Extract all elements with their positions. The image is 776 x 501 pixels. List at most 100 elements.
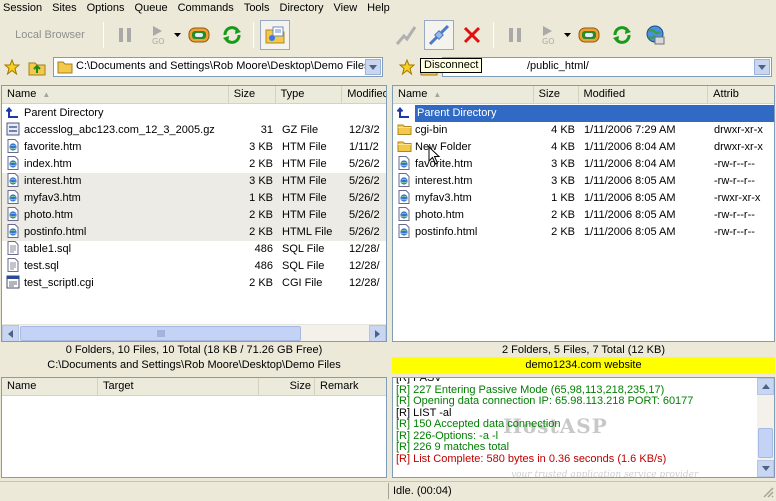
local-path-status: C:\Documents and Settings\Rob Moore\Desk… [47, 359, 341, 371]
file-row[interactable]: myfav3.htm 1 KB HTM File 5/26/2 [2, 190, 386, 207]
parent-directory-row[interactable]: Parent Directory [2, 105, 386, 122]
menu-options[interactable]: Options [82, 0, 130, 16]
menu-directory[interactable]: Directory [275, 0, 329, 16]
file-name: Parent Directory [415, 105, 774, 122]
file-row[interactable]: interest.htm 3 KB HTM File 5/26/2 [2, 173, 386, 190]
file-name: interest.htm [415, 175, 473, 187]
refresh-icon[interactable] [607, 20, 637, 50]
folder-row[interactable]: New Folder 4 KB 1/11/2006 8:04 AM drwxr-xr-… [393, 139, 774, 156]
scroll-down-icon[interactable] [757, 460, 774, 477]
column-header-name[interactable]: Name ▲ [2, 86, 229, 104]
column-header-name[interactable]: Name ▲ [393, 86, 534, 104]
column-header-type[interactable]: Type [276, 86, 343, 104]
column-header-remark[interactable]: Remark [315, 378, 386, 396]
menu-view[interactable]: View [329, 0, 363, 16]
local-file-list[interactable]: Name ▲ Size Type Modified Parent Director… [1, 85, 387, 342]
file-size: 2 KB [249, 226, 273, 238]
file-name: postinfo.html [415, 226, 478, 238]
column-header-modified[interactable]: Modified [579, 86, 709, 104]
site-manager-icon[interactable] [640, 20, 670, 50]
file-type: CGI File [282, 277, 323, 289]
column-header-attrib[interactable]: Attrib [708, 86, 774, 104]
html-file-icon [397, 173, 411, 188]
file-row[interactable]: test.sql 486 SQL File 12/28/ [2, 258, 386, 275]
pause-icon[interactable] [500, 20, 530, 50]
transfer-dropdown-icon[interactable] [173, 20, 181, 50]
file-row[interactable]: postinfo.html 2 KB 1/11/2006 8:05 AM -rw-r-… [393, 224, 774, 241]
local-horizontal-scrollbar[interactable] [2, 324, 386, 341]
log-lines: [R] PASV [R] 227 Entering Passive Mode (6… [396, 378, 756, 465]
sync-browse-icon[interactable] [184, 20, 214, 50]
column-header-size[interactable]: Size [229, 86, 276, 104]
text-file-icon [6, 258, 20, 273]
scroll-left-icon[interactable] [2, 325, 19, 341]
resize-grip-icon[interactable] [762, 486, 774, 501]
file-row[interactable]: myfav3.htm 1 KB 1/11/2006 8:05 AM -rwxr-xr-… [393, 190, 774, 207]
remote-path-input[interactable]: /public_html/ [442, 57, 772, 77]
pause-icon[interactable] [110, 20, 140, 50]
remote-file-list[interactable]: Name ▲ Size Modified Attrib Parent Direct… [392, 85, 775, 342]
html-file-icon [6, 173, 20, 188]
file-row[interactable]: test_scriptl.cgi 2 KB CGI File 12/28/ [2, 275, 386, 292]
transfer-go-icon[interactable]: GO [533, 20, 563, 50]
delete-icon[interactable] [457, 20, 487, 50]
scroll-thumb[interactable] [758, 428, 773, 458]
file-size: 1 KB [551, 192, 575, 204]
menu-sites[interactable]: Sites [47, 0, 81, 16]
menu-session[interactable]: Session [0, 0, 47, 16]
connect-icon[interactable] [391, 20, 421, 50]
parent-directory-row[interactable]: Parent Directory [393, 105, 774, 122]
column-header-target[interactable]: Target [98, 378, 259, 396]
chevron-down-icon[interactable] [754, 59, 770, 75]
remote-toolbar: GO [391, 17, 776, 53]
scroll-up-icon[interactable] [757, 378, 774, 395]
transfer-queue[interactable]: Name Target Size Remark [1, 377, 387, 478]
file-row[interactable]: table1.sql 486 SQL File 12/28/ [2, 241, 386, 258]
parent-dir-icon [396, 105, 411, 119]
log-line: [R] 226 9 matches total [396, 441, 510, 453]
file-row[interactable]: photo.htm 2 KB 1/11/2006 8:05 AM -rw-r--r-- [393, 207, 774, 224]
menu-queue[interactable]: Queue [130, 0, 173, 16]
file-row[interactable]: photo.htm 2 KB HTM File 5/26/2 [2, 207, 386, 224]
column-header-size[interactable]: Size [534, 86, 579, 104]
file-size: 2 KB [249, 209, 273, 221]
disconnect-icon[interactable] [424, 20, 454, 50]
html-file-icon [6, 207, 20, 222]
log-vertical-scrollbar[interactable] [757, 378, 774, 477]
file-type: HTM File [282, 175, 327, 187]
bookmark-star-icon[interactable] [3, 58, 21, 78]
local-path-input[interactable]: C:\Documents and Settings\Rob Moore\Desk… [53, 57, 383, 77]
folder-row[interactable]: cgi-bin 4 KB 1/11/2006 7:29 AM drwxr-xr-x [393, 122, 774, 139]
transfer-go-icon[interactable]: GO [143, 20, 173, 50]
toolbar-separator [493, 22, 494, 48]
file-row[interactable]: interest.htm 3 KB 1/11/2006 8:05 AM -rw-r--… [393, 173, 774, 190]
file-modified: 5/26/2 [349, 175, 380, 187]
explorer-icon[interactable] [260, 20, 290, 50]
svg-text:GO: GO [152, 37, 165, 46]
connection-status: Idle. (00:04) [393, 485, 452, 497]
scroll-right-icon[interactable] [369, 325, 386, 341]
file-row[interactable]: index.htm 2 KB HTM File 5/26/2 [2, 156, 386, 173]
file-size: 2 KB [249, 158, 273, 170]
scroll-thumb[interactable] [20, 326, 301, 341]
column-header-name[interactable]: Name [2, 378, 98, 396]
file-row[interactable]: favorite.htm 3 KB 1/11/2006 8:04 AM -rw-r--… [393, 156, 774, 173]
refresh-icon[interactable] [217, 20, 247, 50]
menu-tools[interactable]: Tools [239, 0, 275, 16]
column-header-size[interactable]: Size [259, 378, 315, 396]
bookmark-star-icon[interactable] [398, 58, 416, 78]
chevron-down-icon[interactable] [365, 59, 381, 75]
file-row[interactable]: favorite.htm 3 KB HTM File 1/11/2 [2, 139, 386, 156]
column-header-modified[interactable]: Modified [342, 86, 386, 104]
file-size: 3 KB [551, 158, 575, 170]
transfer-dropdown-icon[interactable] [563, 20, 571, 50]
file-name: favorite.htm [415, 158, 473, 170]
file-row[interactable]: accesslog_abc123.com_12_3_2005.gz 31 GZ Fi… [2, 122, 386, 139]
sync-browse-icon[interactable] [574, 20, 604, 50]
up-folder-icon[interactable] [28, 58, 46, 79]
file-row[interactable]: postinfo.html 2 KB HTML File 5/26/2 [2, 224, 386, 241]
file-type: GZ File [282, 124, 319, 136]
menu-help[interactable]: Help [362, 0, 395, 16]
menu-commands[interactable]: Commands [173, 0, 239, 16]
session-log[interactable]: HostASP your trusted application service… [392, 377, 775, 478]
